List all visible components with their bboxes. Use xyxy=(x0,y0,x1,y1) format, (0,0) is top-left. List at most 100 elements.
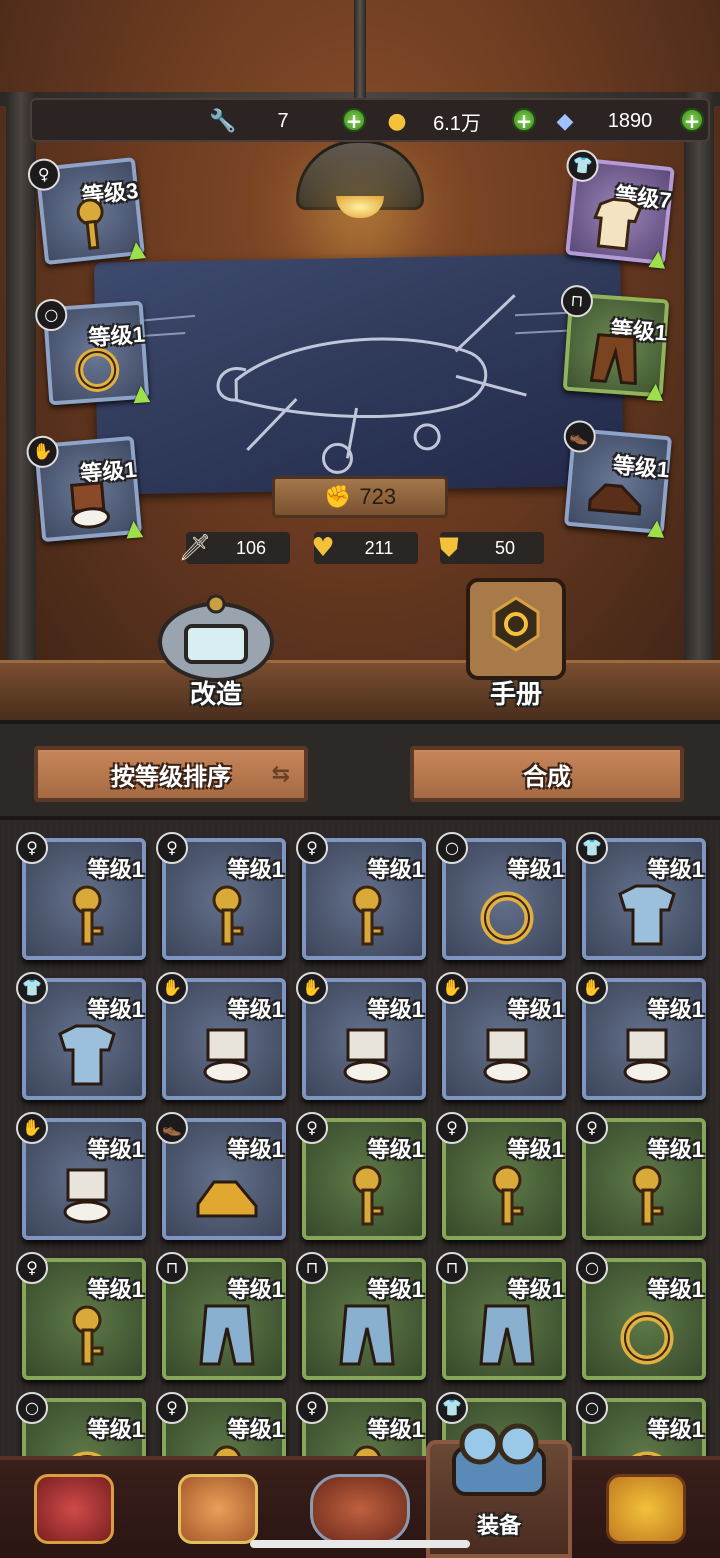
add-gem-button[interactable]: + xyxy=(680,108,704,132)
inventory-item-glove[interactable]: ✋ 等级1 xyxy=(436,972,566,1100)
inventory-item-key[interactable]: ♀ 等级1 xyxy=(16,832,146,960)
inventory-grid: ♀ 等级1 ♀ 等级1 ♀ 等级1 ○ 等级1 👕 等级1 👕 等级1 ✋ 等级1 ✋ 等级1 ✋ 等级1 ✋ 等级1… xyxy=(0,820,720,1460)
equip-slot-key[interactable]: ♀ 等级3 ▲ xyxy=(26,157,146,265)
glove-item-art xyxy=(203,1028,251,1084)
gem-counter: ◆ 1890 xyxy=(550,106,680,136)
equip-slot-pants[interactable]: ⊓ 等级1 ▲ xyxy=(559,284,670,404)
key-item-art xyxy=(352,1165,384,1226)
glove-item-art xyxy=(63,1168,111,1224)
key-icon: ♀ xyxy=(156,832,188,864)
inventory-item-key[interactable]: ♀ 等级1 xyxy=(296,1112,426,1240)
inventory-item-ring[interactable]: ○ 等级1 xyxy=(576,1252,706,1380)
airplane-blueprint xyxy=(94,253,624,495)
pants-item-art xyxy=(589,333,637,386)
fist-icon: ✊ xyxy=(323,484,352,509)
key-item-art xyxy=(72,1305,104,1366)
inventory-item-key[interactable]: ♀ 等级1 xyxy=(156,832,286,960)
key-icon: ♀ xyxy=(296,1112,328,1144)
pants-item-art xyxy=(479,1304,535,1366)
equip-slot-shoe[interactable]: 👞 等级1 ▲ xyxy=(562,419,673,541)
key-icon: ♀ xyxy=(16,832,48,864)
inventory-item-key[interactable]: ♀ 等级1 xyxy=(156,1392,286,1460)
ring-item-art xyxy=(480,891,534,945)
combat-power-plate: ✊ 723 xyxy=(272,476,448,518)
combat-power-value: 723 xyxy=(359,484,397,509)
inventory-item-glove[interactable]: ✋ 等级1 xyxy=(156,972,286,1100)
inventory-item-key[interactable]: ♀ 等级1 xyxy=(296,1392,426,1460)
key-icon: ♀ xyxy=(296,832,328,864)
add-wrench-button[interactable]: + xyxy=(342,108,366,132)
pants-item-art xyxy=(199,1304,255,1366)
health-value: 211 xyxy=(364,537,394,558)
treasure-chest-icon xyxy=(34,1474,114,1544)
inventory-item-pants[interactable]: ⊓ 等级1 xyxy=(156,1252,286,1380)
aviator-goggles-icon xyxy=(452,1423,546,1496)
key-icon: ♀ xyxy=(436,1112,468,1144)
coin-counter: ● 6.1万 xyxy=(382,106,502,136)
glove-item-art xyxy=(70,481,110,529)
merge-label: 合成 xyxy=(523,762,571,791)
equip-slot-shirt[interactable]: 👕 等级7 ▲ xyxy=(564,148,675,272)
home-indicator[interactable] xyxy=(250,1540,470,1548)
inventory-item-shirt[interactable]: 👕 等级1 xyxy=(576,832,706,960)
nav-chest[interactable] xyxy=(4,1460,144,1558)
shoe-item-art xyxy=(587,483,642,516)
ring-item-art xyxy=(620,1311,674,1365)
shirt-item-art xyxy=(593,197,643,251)
pants-icon: ⊓ xyxy=(296,1252,328,1284)
key-item-art xyxy=(352,885,384,946)
inventory-item-key[interactable]: ♀ 等级1 xyxy=(576,1112,706,1240)
add-coin-button[interactable]: + xyxy=(512,108,536,132)
health-stat: ♥ 211 xyxy=(311,532,418,564)
glove-item-art xyxy=(623,1028,671,1084)
modify-machine-icon xyxy=(158,594,274,682)
inventory-item-key[interactable]: ♀ 等级1 xyxy=(436,1112,566,1240)
modify-button[interactable]: 改造 xyxy=(146,586,286,714)
coin-value: 6.1万 xyxy=(433,112,481,135)
key-icon: ♀ xyxy=(16,1252,48,1284)
inventory-item-glove[interactable]: ✋ 等级1 xyxy=(296,972,426,1100)
attack-stat: 🗡 106 xyxy=(178,532,290,564)
inventory-item-shirt[interactable]: 👕 等级1 xyxy=(16,972,146,1100)
wrench-icon: 🔧 xyxy=(209,108,237,134)
inventory-item-glove[interactable]: ✋ 等级1 xyxy=(576,972,706,1100)
sort-label: 按等级排序 xyxy=(111,762,231,791)
key-icon: ♀ xyxy=(576,1112,608,1144)
sort-by-level-button[interactable]: 按等级排序 ⇆ xyxy=(34,746,308,802)
heart-icon: ♥ xyxy=(311,533,335,563)
wrench-value: 7 xyxy=(277,109,289,132)
key-icon: ♀ xyxy=(296,1392,328,1424)
inventory-item-ring[interactable]: ○ 等级1 xyxy=(436,832,566,960)
pants-item-art xyxy=(339,1304,395,1366)
coin-icon: ● xyxy=(387,108,407,134)
ring-item-art xyxy=(75,347,120,392)
equip-slot-ring[interactable]: ○ 等级1 ▲ xyxy=(34,297,151,406)
pants-icon: ⊓ xyxy=(436,1252,468,1284)
inventory-item-key[interactable]: ♀ 等级1 xyxy=(16,1252,146,1380)
star-crate-icon xyxy=(606,1474,686,1544)
key-item-art xyxy=(492,1165,524,1226)
inventory-item-shoe[interactable]: 👞 等级1 xyxy=(156,1112,286,1240)
glove-icon: ✋ xyxy=(296,972,328,1004)
inventory-item-pants[interactable]: ⊓ 等级1 xyxy=(436,1252,566,1380)
inventory-item-ring[interactable]: ○ 等级1 xyxy=(576,1392,706,1460)
inventory-item-pants[interactable]: ⊓ 等级1 xyxy=(296,1252,426,1380)
lamp-bulb xyxy=(336,196,384,218)
blueprint-drawing xyxy=(124,294,585,474)
merge-button[interactable]: 合成 xyxy=(410,746,684,802)
right-post xyxy=(684,92,714,672)
manual-button[interactable]: 手册 xyxy=(446,572,586,714)
equip-slot-glove[interactable]: ✋ 等级1 ▲ xyxy=(25,434,144,543)
shield-icon: ⛊ xyxy=(439,532,459,563)
cockpit-panel-icon xyxy=(310,1474,410,1544)
backpack-icon xyxy=(178,1474,258,1544)
inventory-item-glove[interactable]: ✋ 等级1 xyxy=(16,1112,146,1240)
inventory-item-ring[interactable]: ○ 等级1 xyxy=(16,1392,146,1460)
manual-book-icon xyxy=(466,578,566,680)
shirt-item-art xyxy=(618,884,676,946)
wrench-counter: 🔧 7 xyxy=(208,106,328,136)
inventory-item-key[interactable]: ♀ 等级1 xyxy=(296,832,426,960)
defense-stat: ⛊ 50 xyxy=(439,532,544,564)
nav-events[interactable] xyxy=(576,1460,716,1558)
shoe-item-art xyxy=(196,1180,258,1218)
